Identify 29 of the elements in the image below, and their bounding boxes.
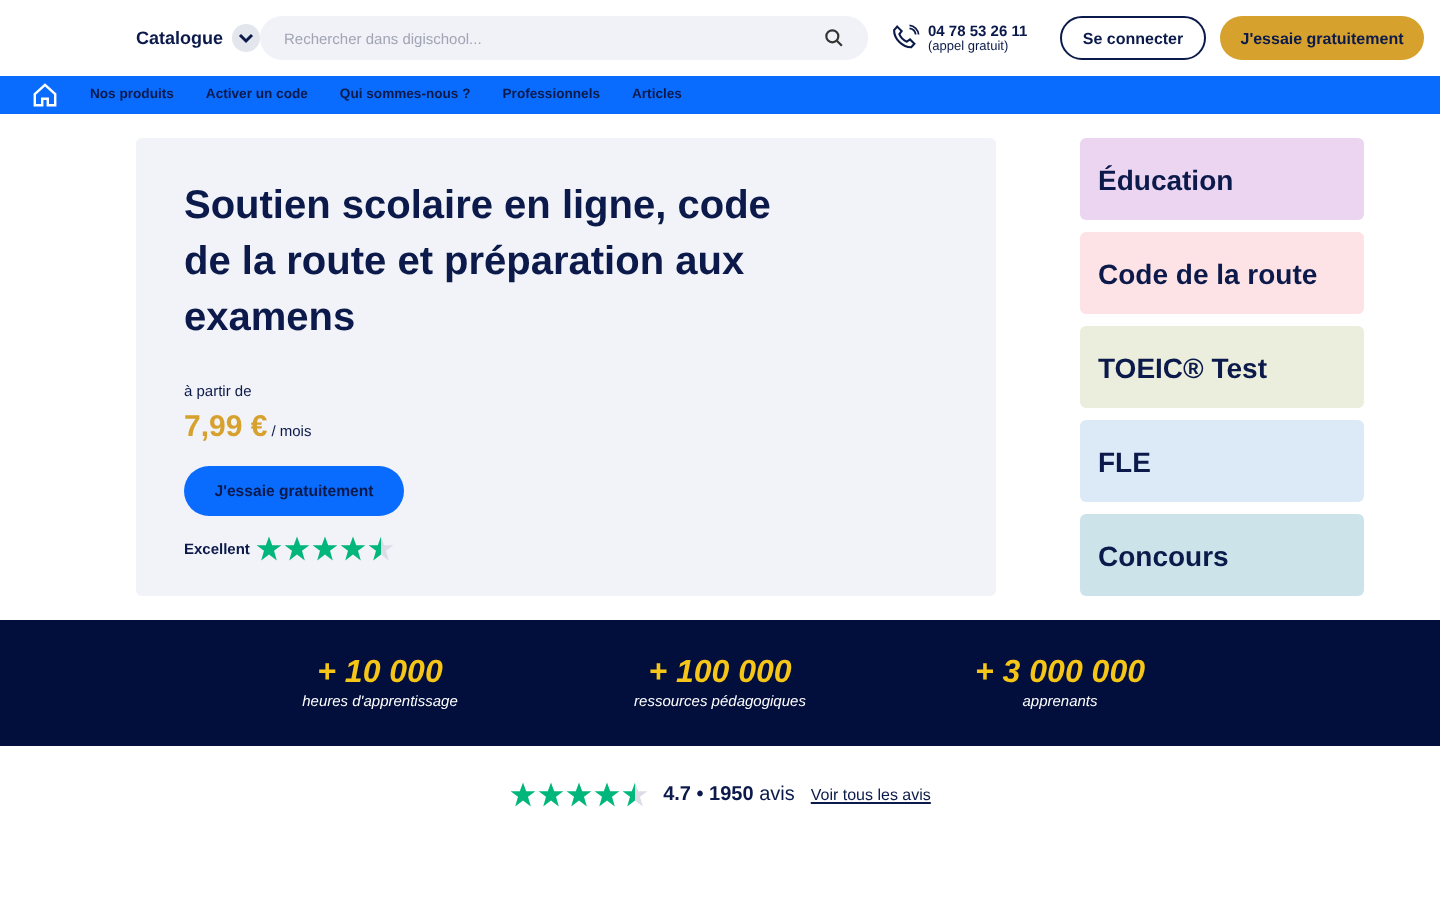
star-icon (509, 782, 536, 808)
stat-value: + 3 000 000 (975, 656, 1145, 692)
signup-button[interactable]: J'essaie gratuitement (1220, 16, 1424, 60)
stat-value: + 100 000 (648, 656, 792, 692)
review-score: 4.7 • 1950 avis (663, 784, 795, 806)
star-icon (565, 782, 592, 808)
catalogue-label[interactable]: Catalogue (136, 28, 224, 48)
star-icon (593, 782, 620, 808)
stat-value: + 10 000 (317, 656, 443, 692)
phone-icon (892, 24, 920, 52)
chevron-down-icon[interactable] (231, 24, 260, 52)
price: 7,99 € (184, 410, 268, 444)
hero-title: Soutien scolaire en ligne, code de la route et préparation aux examens (184, 182, 773, 344)
login-button[interactable]: Se connecter (1060, 16, 1206, 60)
category-card[interactable]: FLE (1080, 420, 1364, 502)
category-card[interactable]: Concours (1080, 514, 1364, 596)
category-card[interactable]: Éducation (1080, 138, 1364, 220)
star-icon (621, 782, 648, 808)
star-icon (339, 536, 366, 562)
home-icon[interactable] (32, 82, 58, 108)
star-icon (537, 782, 564, 808)
star-icon (283, 536, 310, 562)
category-card[interactable]: Code de la route (1080, 232, 1364, 314)
star-icon (311, 536, 338, 562)
all-reviews-link[interactable]: Voir tous les avis (810, 786, 931, 804)
search-icon[interactable] (824, 28, 844, 48)
star-icon (255, 536, 282, 562)
category-card[interactable]: TOEIC® Test (1080, 326, 1364, 408)
star-icon (367, 536, 394, 562)
